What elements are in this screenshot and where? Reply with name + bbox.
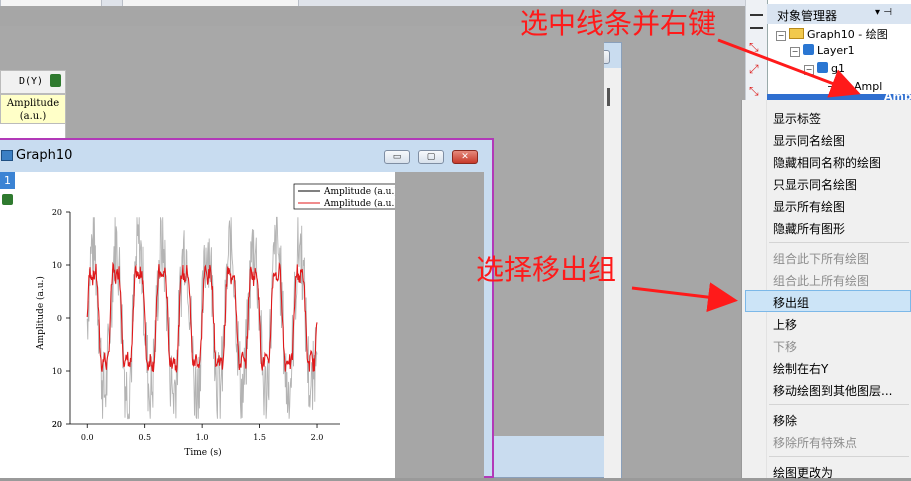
annotation-arrows	[631, 38, 861, 313]
arrow-to-tree-item	[717, 38, 861, 98]
arrow-to-menu-item	[631, 282, 738, 313]
